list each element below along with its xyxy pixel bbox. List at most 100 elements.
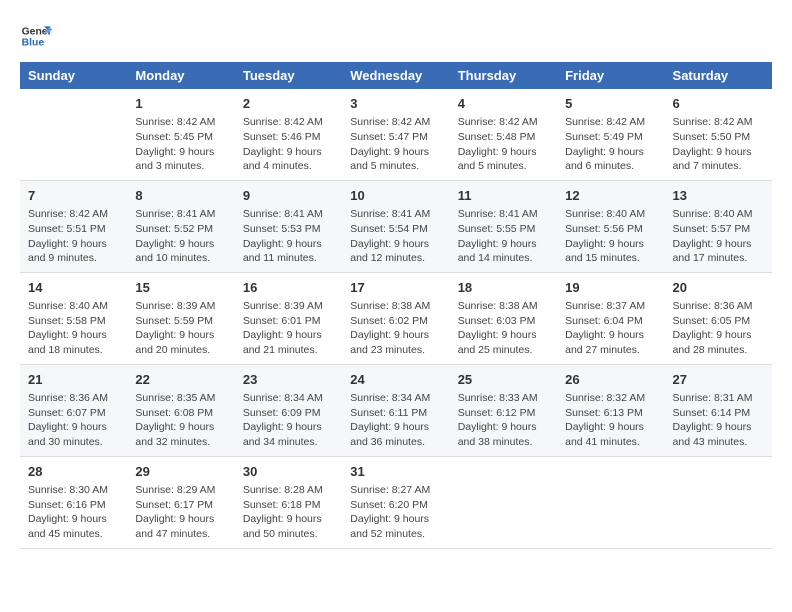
day-info: Sunrise: 8:40 AM Sunset: 5:56 PM Dayligh…: [565, 207, 656, 266]
calendar-table: SundayMondayTuesdayWednesdayThursdayFrid…: [20, 62, 772, 549]
day-number: 2: [243, 95, 334, 113]
daylight-text: Daylight: 9 hours and 14 minutes.: [458, 237, 549, 266]
day-cell: 1 Sunrise: 8:42 AM Sunset: 5:45 PM Dayli…: [127, 89, 234, 180]
day-cell: 15 Sunrise: 8:39 AM Sunset: 5:59 PM Dayl…: [127, 272, 234, 364]
day-cell: 2 Sunrise: 8:42 AM Sunset: 5:46 PM Dayli…: [235, 89, 342, 180]
day-number: 16: [243, 279, 334, 297]
day-info: Sunrise: 8:36 AM Sunset: 6:05 PM Dayligh…: [673, 299, 764, 358]
day-number: 31: [350, 463, 441, 481]
sunset-text: Sunset: 6:16 PM: [28, 498, 119, 513]
sunset-text: Sunset: 5:47 PM: [350, 130, 441, 145]
col-header-saturday: Saturday: [665, 62, 772, 89]
day-number: 4: [458, 95, 549, 113]
day-info: Sunrise: 8:36 AM Sunset: 6:07 PM Dayligh…: [28, 391, 119, 450]
daylight-text: Daylight: 9 hours and 5 minutes.: [350, 145, 441, 174]
sunset-text: Sunset: 6:13 PM: [565, 406, 656, 421]
sunset-text: Sunset: 5:54 PM: [350, 222, 441, 237]
sunset-text: Sunset: 6:05 PM: [673, 314, 764, 329]
sunset-text: Sunset: 5:59 PM: [135, 314, 226, 329]
sunrise-text: Sunrise: 8:41 AM: [350, 207, 441, 222]
sunrise-text: Sunrise: 8:42 AM: [350, 115, 441, 130]
day-info: Sunrise: 8:31 AM Sunset: 6:14 PM Dayligh…: [673, 391, 764, 450]
daylight-text: Daylight: 9 hours and 32 minutes.: [135, 420, 226, 449]
day-cell: 3 Sunrise: 8:42 AM Sunset: 5:47 PM Dayli…: [342, 89, 449, 180]
sunset-text: Sunset: 5:48 PM: [458, 130, 549, 145]
sunrise-text: Sunrise: 8:28 AM: [243, 483, 334, 498]
day-cell: 22 Sunrise: 8:35 AM Sunset: 6:08 PM Dayl…: [127, 364, 234, 456]
day-cell: [20, 89, 127, 180]
day-number: 11: [458, 187, 549, 205]
col-header-monday: Monday: [127, 62, 234, 89]
sunset-text: Sunset: 6:02 PM: [350, 314, 441, 329]
sunset-text: Sunset: 5:56 PM: [565, 222, 656, 237]
day-number: 3: [350, 95, 441, 113]
day-info: Sunrise: 8:30 AM Sunset: 6:16 PM Dayligh…: [28, 483, 119, 542]
day-number: 8: [135, 187, 226, 205]
day-number: 25: [458, 371, 549, 389]
week-row-5: 28 Sunrise: 8:30 AM Sunset: 6:16 PM Dayl…: [20, 456, 772, 548]
daylight-text: Daylight: 9 hours and 52 minutes.: [350, 512, 441, 541]
day-cell: 24 Sunrise: 8:34 AM Sunset: 6:11 PM Dayl…: [342, 364, 449, 456]
sunrise-text: Sunrise: 8:35 AM: [135, 391, 226, 406]
sunrise-text: Sunrise: 8:27 AM: [350, 483, 441, 498]
day-info: Sunrise: 8:39 AM Sunset: 6:01 PM Dayligh…: [243, 299, 334, 358]
daylight-text: Daylight: 9 hours and 34 minutes.: [243, 420, 334, 449]
sunset-text: Sunset: 6:03 PM: [458, 314, 549, 329]
svg-text:Blue: Blue: [22, 38, 45, 49]
day-info: Sunrise: 8:29 AM Sunset: 6:17 PM Dayligh…: [135, 483, 226, 542]
day-number: 22: [135, 371, 226, 389]
day-number: 7: [28, 187, 119, 205]
col-header-wednesday: Wednesday: [342, 62, 449, 89]
sunrise-text: Sunrise: 8:37 AM: [565, 299, 656, 314]
day-cell: 27 Sunrise: 8:31 AM Sunset: 6:14 PM Dayl…: [665, 364, 772, 456]
daylight-text: Daylight: 9 hours and 25 minutes.: [458, 328, 549, 357]
daylight-text: Daylight: 9 hours and 50 minutes.: [243, 512, 334, 541]
daylight-text: Daylight: 9 hours and 5 minutes.: [458, 145, 549, 174]
daylight-text: Daylight: 9 hours and 15 minutes.: [565, 237, 656, 266]
sunset-text: Sunset: 6:04 PM: [565, 314, 656, 329]
daylight-text: Daylight: 9 hours and 36 minutes.: [350, 420, 441, 449]
sunrise-text: Sunrise: 8:39 AM: [135, 299, 226, 314]
daylight-text: Daylight: 9 hours and 3 minutes.: [135, 145, 226, 174]
daylight-text: Daylight: 9 hours and 21 minutes.: [243, 328, 334, 357]
day-number: 23: [243, 371, 334, 389]
day-number: 12: [565, 187, 656, 205]
day-cell: 23 Sunrise: 8:34 AM Sunset: 6:09 PM Dayl…: [235, 364, 342, 456]
week-row-3: 14 Sunrise: 8:40 AM Sunset: 5:58 PM Dayl…: [20, 272, 772, 364]
day-cell: 17 Sunrise: 8:38 AM Sunset: 6:02 PM Dayl…: [342, 272, 449, 364]
daylight-text: Daylight: 9 hours and 18 minutes.: [28, 328, 119, 357]
day-number: 13: [673, 187, 764, 205]
day-cell: 12 Sunrise: 8:40 AM Sunset: 5:56 PM Dayl…: [557, 180, 664, 272]
daylight-text: Daylight: 9 hours and 11 minutes.: [243, 237, 334, 266]
daylight-text: Daylight: 9 hours and 30 minutes.: [28, 420, 119, 449]
day-info: Sunrise: 8:28 AM Sunset: 6:18 PM Dayligh…: [243, 483, 334, 542]
page-header: General Blue: [20, 20, 772, 52]
day-info: Sunrise: 8:41 AM Sunset: 5:54 PM Dayligh…: [350, 207, 441, 266]
col-header-friday: Friday: [557, 62, 664, 89]
sunset-text: Sunset: 6:08 PM: [135, 406, 226, 421]
daylight-text: Daylight: 9 hours and 41 minutes.: [565, 420, 656, 449]
sunrise-text: Sunrise: 8:30 AM: [28, 483, 119, 498]
day-cell: 6 Sunrise: 8:42 AM Sunset: 5:50 PM Dayli…: [665, 89, 772, 180]
sunrise-text: Sunrise: 8:29 AM: [135, 483, 226, 498]
daylight-text: Daylight: 9 hours and 27 minutes.: [565, 328, 656, 357]
sunset-text: Sunset: 5:55 PM: [458, 222, 549, 237]
sunrise-text: Sunrise: 8:38 AM: [458, 299, 549, 314]
sunrise-text: Sunrise: 8:36 AM: [28, 391, 119, 406]
sunrise-text: Sunrise: 8:42 AM: [243, 115, 334, 130]
day-cell: 18 Sunrise: 8:38 AM Sunset: 6:03 PM Dayl…: [450, 272, 557, 364]
day-cell: 16 Sunrise: 8:39 AM Sunset: 6:01 PM Dayl…: [235, 272, 342, 364]
logo-icon: General Blue: [20, 20, 52, 52]
day-cell: 9 Sunrise: 8:41 AM Sunset: 5:53 PM Dayli…: [235, 180, 342, 272]
sunrise-text: Sunrise: 8:42 AM: [565, 115, 656, 130]
daylight-text: Daylight: 9 hours and 12 minutes.: [350, 237, 441, 266]
day-cell: 4 Sunrise: 8:42 AM Sunset: 5:48 PM Dayli…: [450, 89, 557, 180]
sunrise-text: Sunrise: 8:31 AM: [673, 391, 764, 406]
daylight-text: Daylight: 9 hours and 4 minutes.: [243, 145, 334, 174]
day-info: Sunrise: 8:42 AM Sunset: 5:46 PM Dayligh…: [243, 115, 334, 174]
sunset-text: Sunset: 6:20 PM: [350, 498, 441, 513]
sunset-text: Sunset: 5:58 PM: [28, 314, 119, 329]
day-cell: 31 Sunrise: 8:27 AM Sunset: 6:20 PM Dayl…: [342, 456, 449, 548]
daylight-text: Daylight: 9 hours and 6 minutes.: [565, 145, 656, 174]
sunrise-text: Sunrise: 8:41 AM: [243, 207, 334, 222]
